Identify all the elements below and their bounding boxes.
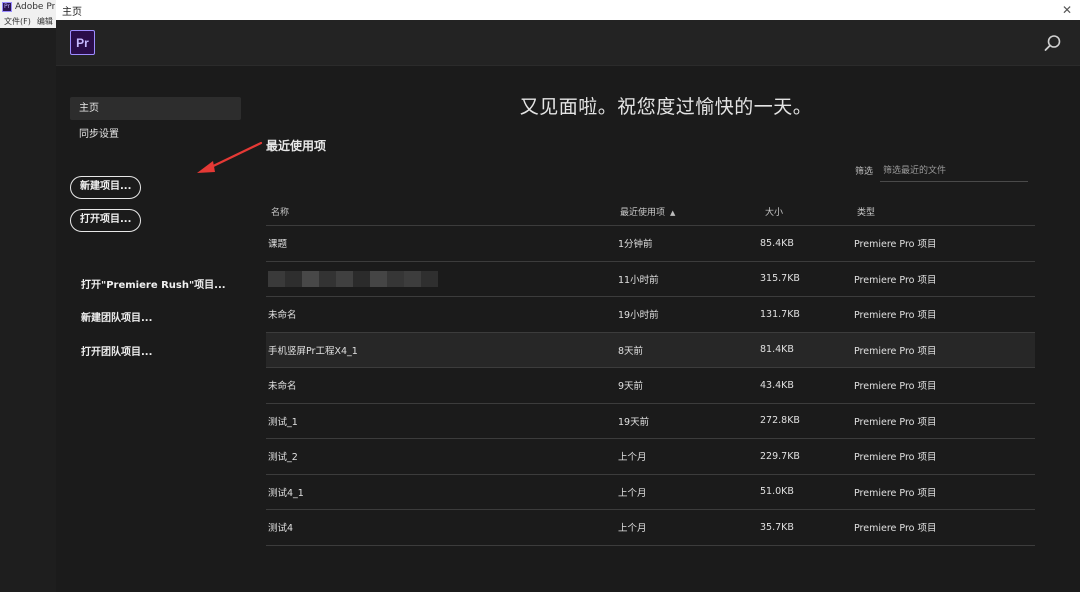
open-rush-project-link[interactable]: 打开"Premiere Rush"项目... [81, 276, 226, 291]
row-size: 272.8KB [760, 415, 800, 427]
column-header-name[interactable]: 名称 [266, 205, 618, 218]
row-size: 315.7KB [760, 273, 800, 285]
column-header-size[interactable]: 大小 [760, 205, 854, 218]
row-date: 8天前 [618, 345, 644, 357]
row-type: Premiere Pro 项目 [854, 416, 937, 428]
column-header-type[interactable]: 类型 [854, 205, 1035, 218]
row-type: Premiere Pro 项目 [854, 452, 937, 464]
row-type: Premiere Pro 项目 [854, 523, 937, 535]
table-row-selected[interactable]: 手机竖屏Pr工程X4_1 8天前 81.4KB Premiere Pro 项目 [266, 332, 1035, 368]
table-row[interactable]: 11小时前 315.7KB Premiere Pro 项目 [266, 262, 1035, 297]
background-app-menubar: 文件(F) 编辑 [0, 14, 56, 28]
sidebar: 主页 同步设置 [70, 97, 241, 146]
row-date: 上个月 [618, 523, 647, 535]
row-date: 1分钟前 [618, 239, 653, 251]
row-date: 19天前 [618, 416, 650, 428]
row-type: Premiere Pro 项目 [854, 487, 937, 499]
row-size: 81.4KB [760, 344, 794, 356]
sort-ascending-icon: ▲ [670, 209, 676, 217]
row-size: 85.4KB [760, 237, 794, 249]
menu-edit[interactable]: 编辑 [37, 16, 53, 27]
sidebar-item-home[interactable]: 主页 [70, 97, 241, 120]
menu-file[interactable]: 文件(F) [4, 16, 31, 27]
row-size: 35.7KB [760, 521, 794, 533]
row-size: 43.4KB [760, 379, 794, 391]
column-header-date[interactable]: 最近使用项 ▲ [618, 205, 760, 218]
row-name: 未命名 [268, 310, 297, 322]
row-name: 课题 [268, 239, 288, 251]
table-row[interactable]: 课题 1分钟前 85.4KB Premiere Pro 项目 [266, 226, 1035, 262]
row-date: 上个月 [618, 452, 647, 464]
row-type: Premiere Pro 项目 [854, 310, 937, 322]
open-team-project-link[interactable]: 打开团队项目... [81, 343, 152, 358]
row-size: 51.0KB [760, 486, 794, 498]
background-app-titlebar: Pr Adobe Pr [0, 0, 56, 14]
row-size: 131.7KB [760, 308, 800, 320]
new-project-button[interactable]: 新建项目... [70, 176, 142, 199]
row-name-redacted [266, 270, 618, 287]
annotation-arrow-icon [197, 141, 263, 173]
premiere-pro-logo: Pr [70, 30, 95, 55]
row-name: 未命名 [268, 381, 297, 393]
background-app: Pr Adobe Pr 文件(F) 编辑 [0, 0, 56, 592]
table-row[interactable]: 未命名 9天前 43.4KB Premiere Pro 项目 [266, 368, 1035, 404]
row-type: Premiere Pro 项目 [854, 345, 937, 357]
filter-label: 筛选 [855, 167, 874, 177]
row-name: 测试4 [268, 523, 294, 535]
table-row[interactable]: 测试4 上个月 35.7KB Premiere Pro 项目 [266, 510, 1035, 546]
row-name: 测试_2 [268, 452, 298, 464]
recent-items-title: 最近使用项 [266, 139, 327, 153]
row-date: 11小时前 [618, 274, 659, 286]
header-bar: Pr [56, 20, 1080, 66]
row-size: 229.7KB [760, 450, 800, 462]
window-title: 主页 [62, 6, 82, 18]
table-row[interactable]: 测试_1 19天前 272.8KB Premiere Pro 项目 [266, 404, 1035, 439]
row-type: Premiere Pro 项目 [854, 381, 937, 393]
row-date: 19小时前 [618, 310, 659, 322]
home-dialog: 主页 ✕ Pr 主页 同步设置 新建项目... 打开项目... 打开"Premi… [56, 0, 1080, 592]
redacted-name-blur [268, 270, 438, 287]
row-name: 手机竖屏Pr工程X4_1 [268, 345, 358, 357]
close-icon[interactable]: ✕ [1062, 4, 1072, 16]
premiere-small-logo-icon: Pr [2, 2, 12, 12]
row-name: 测试_1 [268, 416, 298, 428]
window-titlebar: 主页 ✕ [56, 0, 1080, 20]
row-type: Premiere Pro 项目 [854, 274, 937, 286]
filter-input[interactable] [880, 160, 1028, 182]
greeting-heading: 又见面啦。祝您度过愉快的一天。 [519, 96, 813, 118]
column-header-date-label: 最近使用项 [620, 208, 666, 218]
new-team-project-link[interactable]: 新建团队项目... [81, 309, 152, 324]
row-name: 测试4_1 [268, 487, 304, 499]
table-row[interactable]: 未命名 19小时前 131.7KB Premiere Pro 项目 [266, 297, 1035, 333]
background-app-title: Adobe Pr [15, 2, 56, 12]
table-row[interactable]: 测试_2 上个月 229.7KB Premiere Pro 项目 [266, 439, 1035, 475]
table-row[interactable]: 测试4_1 上个月 51.0KB Premiere Pro 项目 [266, 475, 1035, 510]
table-header: 名称 最近使用项 ▲ 大小 类型 [266, 198, 1035, 226]
open-project-button[interactable]: 打开项目... [70, 209, 142, 232]
search-icon[interactable] [1044, 34, 1062, 52]
recent-files-table: 名称 最近使用项 ▲ 大小 类型 课题 1分钟前 85.4KB Premiere … [266, 198, 1035, 546]
row-date: 9天前 [618, 381, 644, 393]
row-type: Premiere Pro 项目 [854, 239, 937, 251]
row-date: 上个月 [618, 487, 647, 499]
